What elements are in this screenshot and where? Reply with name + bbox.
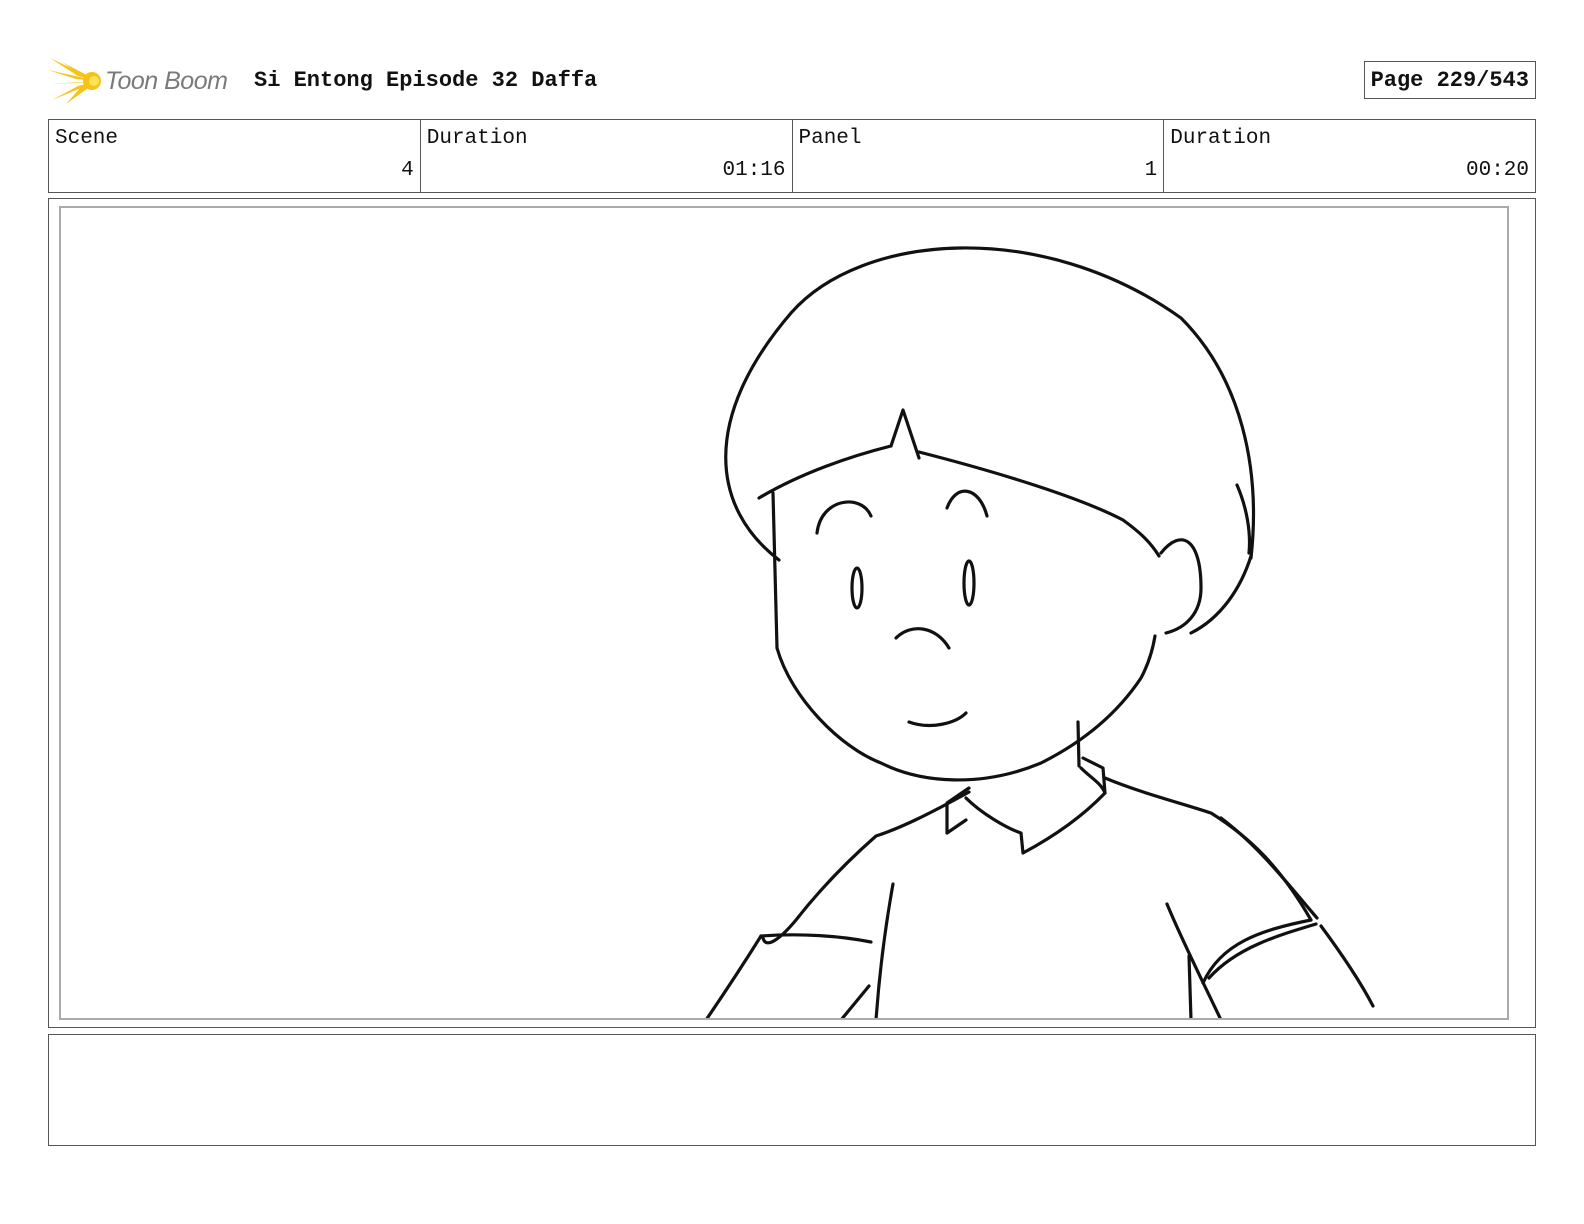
right-arm <box>1319 924 1375 1008</box>
hair-side-stroke <box>1235 483 1252 555</box>
arm-line-right <box>1187 954 1193 1018</box>
collar-right <box>1079 766 1107 795</box>
arm-line-left <box>840 984 871 1018</box>
panel-duration-value: 00:20 <box>1465 159 1529 182</box>
left-arm <box>705 934 763 1018</box>
scene-duration-cell: Duration 01:16 <box>421 120 793 192</box>
boy-sketch-drawing <box>705 246 1375 1018</box>
left-eyebrow <box>815 500 873 535</box>
shirt-fold-right <box>1165 902 1222 1018</box>
shirt-fold-left <box>874 882 895 1018</box>
left-shoulder <box>761 790 971 945</box>
panel-notes-box <box>48 1034 1536 1146</box>
scene-info-table: Scene 4 Duration 01:16 Panel 1 Duration … <box>48 119 1536 193</box>
logo-wordmark: Toon Boom <box>105 67 228 95</box>
right-shoulder <box>1103 776 1313 922</box>
left-eye <box>850 566 864 610</box>
storyboard-panel-frame <box>48 198 1536 1028</box>
hair-tuft <box>889 408 921 460</box>
toon-boom-burst-icon <box>48 58 101 104</box>
storyboard-panel-drawing <box>59 206 1509 1020</box>
hair-bangs-right <box>917 450 1161 558</box>
face-left-side <box>771 491 779 650</box>
ear <box>1159 538 1203 635</box>
scene-cell: Scene 4 <box>49 120 421 192</box>
page-number-box: Page 229/543 <box>1363 61 1536 99</box>
neck <box>1076 720 1081 768</box>
scene-duration-value: 01:16 <box>722 159 786 182</box>
toon-boom-logo: Toon Boom <box>48 56 238 106</box>
right-shoulder-shading <box>1219 816 1319 920</box>
panel-duration-cell: Duration 00:20 <box>1164 120 1535 192</box>
hair-bangs <box>757 444 893 500</box>
scene-value: 4 <box>401 159 414 182</box>
panel-label: Panel <box>798 127 862 150</box>
nose <box>894 627 951 650</box>
hair-outline <box>724 246 1256 562</box>
panel-cell: Panel 1 <box>793 120 1165 192</box>
face-jaw <box>775 634 1157 782</box>
panel-duration-label: Duration <box>1170 127 1272 150</box>
storyboard-title: Si Entong Episode 32 Daffa <box>254 68 598 93</box>
scene-label: Scene <box>55 127 119 150</box>
mouth <box>907 711 968 727</box>
right-eyebrow <box>945 489 989 518</box>
right-eye <box>962 559 976 607</box>
panel-value: 1 <box>1144 159 1158 182</box>
scene-duration-label: Duration <box>426 127 528 150</box>
page-header: Toon Boom Si Entong Episode 32 Daffa Pag… <box>48 52 1536 108</box>
